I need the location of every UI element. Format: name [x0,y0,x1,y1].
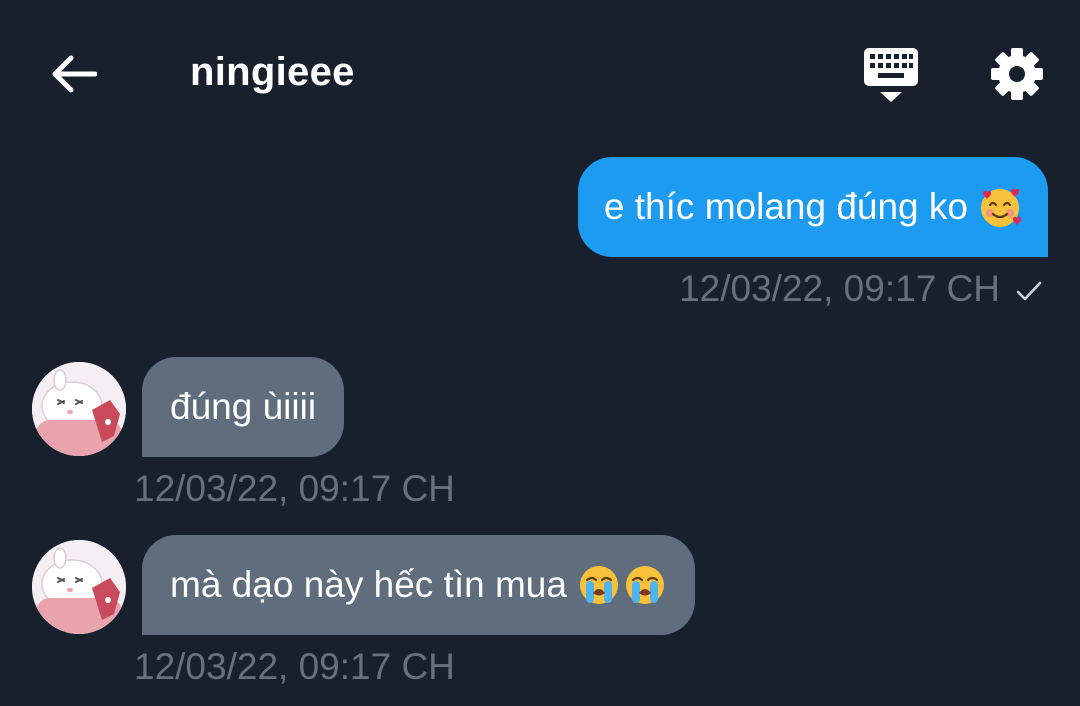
gear-icon [991,48,1043,100]
molang-bunny-avatar [32,540,126,634]
keyboard-button[interactable] [858,44,924,106]
avatar[interactable] [32,540,126,634]
message-timestamp: 12/03/22, 09:17 CH [134,468,455,509]
message-text: e thíc molang đúng ko [603,186,968,227]
molang-bunny-avatar [32,362,126,456]
outgoing-message-bubble[interactable]: e thíc molang đúng ko [577,157,1048,257]
conversation-title: ningieee [190,50,355,94]
message-text: đúng ùiiii [170,386,317,427]
loudly-crying-face-emoji [577,563,621,607]
message-timestamp: 12/03/22, 09:17 CH [679,268,1000,309]
loudly-crying-face-emoji [623,563,667,607]
avatar[interactable] [32,362,126,456]
chat-header: ningieee [0,0,1080,140]
message-timestamp: 12/03/22, 09:17 CH [134,646,455,687]
settings-button[interactable] [984,44,1050,106]
checkmark-icon [1016,281,1042,301]
arrow-left-icon [52,55,97,93]
back-button[interactable] [44,46,104,102]
keyboard-icon [864,48,918,102]
incoming-message-bubble[interactable]: đúng ùiiii [142,357,345,457]
smiling-face-with-hearts-emoji [978,185,1022,229]
incoming-message-bubble[interactable]: mà dạo này hếc tìn mua [142,535,695,635]
message-text: mà dạo này hếc tìn mua [170,564,567,605]
